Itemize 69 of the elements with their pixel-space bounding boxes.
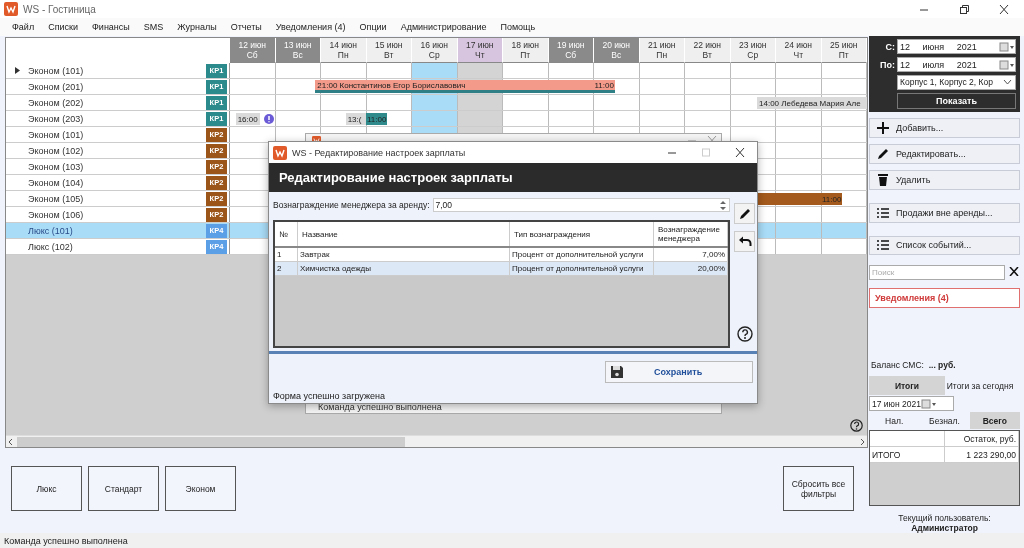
table-cell: 1 [275,248,298,261]
table-cell: ИТОГО [870,447,945,463]
table-cell: 20,00% [654,262,728,275]
user-label: Текущий пользователь: [898,513,991,523]
header-date: 17 июн [465,40,494,50]
table-cell: 1 223 290,00 [944,447,1019,463]
header-weekday: Вс [292,50,303,60]
table-cell: 2 [275,262,298,275]
guest-label: 13:( [346,114,362,124]
room-name: Эконом (105) [28,193,85,204]
header-weekday: Вс [611,50,622,60]
checkout-time: 11:00 [365,113,388,125]
room-name: Эконом (104) [28,177,85,188]
guest-label: 14:00 Лебедева Мария Але [758,98,861,108]
table-cell: Процент от дополнительной услуги [510,248,654,261]
header-date: 19 июн [556,40,585,50]
header-date: 23 июн [738,40,767,50]
room-name: Эконом (202) [28,97,85,108]
field-label: Вознаграждение менеджера за аренду: [273,200,431,210]
header-date: 22 июн [693,40,722,50]
header-weekday: Чт [793,50,804,60]
date-label: По: [879,59,896,70]
header-weekday: Чт [474,50,485,60]
table-cell: 7,00% [654,248,728,261]
header-weekday: Пт [838,50,849,60]
table-cell: Химчистка одежды [298,262,510,275]
header-date: 13 июн [283,40,312,50]
room-name: Эконом (101) [28,65,85,76]
header-weekday: Вт [384,50,394,60]
column-header: Остаток, руб. [944,431,1019,447]
sms-balance: Баланс СМС: ... руб. [870,360,957,371]
window-title: WS - Гостиница [23,3,96,15]
header-weekday: Пн [656,50,668,60]
user-name: Администратор [911,523,978,533]
header-date: 18 июн [511,40,540,50]
header-weekday: Сб [565,50,577,60]
room-name: Эконом (101) [28,129,85,140]
header-date: 21 июн [647,40,676,50]
header-date: 14 июн [329,40,358,50]
room-name: Люкс (102) [28,241,74,252]
table-cell: Завтрак [298,248,510,261]
room-name: Эконом (106) [28,209,85,220]
status-text: Команда успешно выполнена [317,402,443,413]
dialog-status: Форма успешно загружена [272,390,386,403]
header-date: 12 июн [238,40,267,50]
date-label: С: [884,41,896,52]
room-name: Эконом (203) [28,113,85,124]
header-weekday: Пн [337,50,349,60]
header-date: 24 июн [784,40,813,50]
header-weekday: Ср [747,50,759,60]
header-date: 25 июн [829,40,858,50]
room-name: Люкс (101) [28,225,74,236]
table-cell: Процент от дополнительной услуги [510,262,654,275]
header-weekday: Ср [428,50,440,60]
guest-label: 21:00 Константинов Егор Бориславович [316,80,466,90]
status-text: Команда успешно выполнена [4,535,128,546]
header-weekday: Пт [520,50,531,60]
header-weekday: Вт [702,50,712,60]
dialog-heading: Редактирование настроек зарплаты [269,163,757,192]
checkout-time: 11:00 [820,194,843,204]
header-weekday: Сб [246,50,258,60]
dialog-title: WS - Редактирование настроек зарплаты [292,147,466,158]
header-date: 20 июн [602,40,631,50]
header-date: 15 июн [374,40,403,50]
room-name: Эконом (201) [28,81,85,92]
room-name: Эконом (102) [28,145,85,156]
header-date: 16 июн [420,40,449,50]
checkout-time: 11:00 [593,80,615,90]
room-name: Эконом (103) [28,161,85,172]
